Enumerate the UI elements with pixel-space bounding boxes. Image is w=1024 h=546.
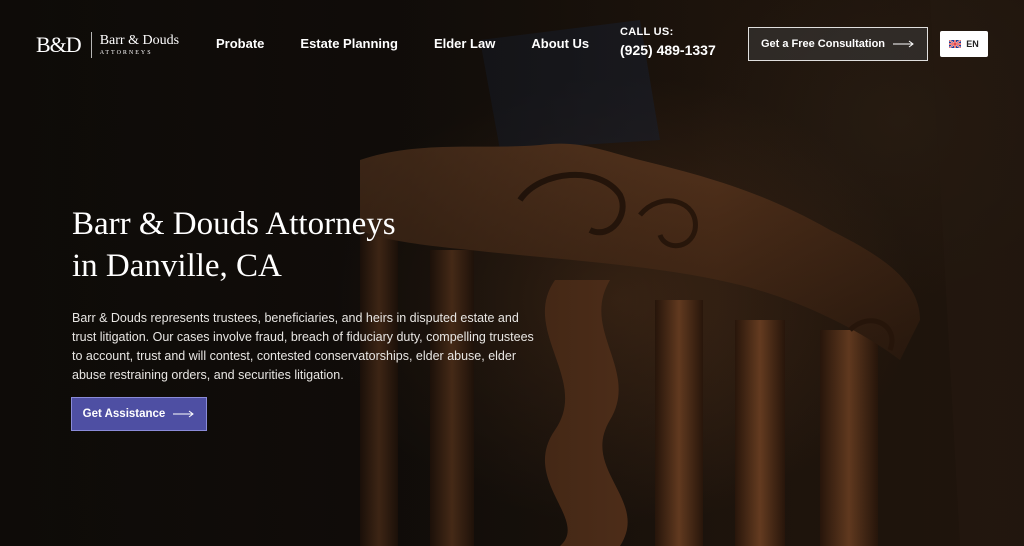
get-assistance-button[interactable]: Get Assistance bbox=[71, 397, 207, 431]
arrow-right-icon bbox=[173, 410, 195, 418]
call-us-label: CALL US: bbox=[620, 26, 674, 38]
logo-name: Barr & Douds bbox=[99, 33, 180, 48]
arrow-right-icon bbox=[893, 40, 914, 48]
logo-monogram: B&D bbox=[36, 32, 92, 58]
nav-item-probate[interactable]: Probate bbox=[216, 36, 264, 51]
nav-item-estate-planning[interactable]: Estate Planning bbox=[300, 36, 398, 51]
nav-item-about-us[interactable]: About Us bbox=[531, 36, 589, 51]
hero-content: Barr & Douds Attorneys in Danville, CA B… bbox=[72, 203, 552, 385]
language-selector[interactable]: EN bbox=[940, 31, 988, 57]
logo[interactable]: B&D Barr & Douds ATTORNEYS bbox=[36, 32, 179, 58]
phone-number-link[interactable]: (925) 489-1337 bbox=[620, 42, 716, 58]
main-nav: Probate Estate Planning Elder Law About … bbox=[216, 36, 625, 51]
language-label: EN bbox=[966, 39, 979, 49]
site-header: B&D Barr & Douds ATTORNEYS Probate Estat… bbox=[0, 0, 1024, 88]
nav-item-elder-law[interactable]: Elder Law bbox=[434, 36, 495, 51]
logo-subtitle: ATTORNEYS bbox=[99, 50, 153, 56]
hero-title-line1: Barr & Douds Attorneys bbox=[72, 206, 396, 242]
free-consultation-button[interactable]: Get a Free Consultation bbox=[748, 27, 928, 61]
hero-title-line2: in Danville, CA bbox=[72, 248, 282, 284]
logo-text: Barr & Douds ATTORNEYS bbox=[92, 33, 180, 57]
free-consultation-label: Get a Free Consultation bbox=[760, 38, 886, 50]
hero-title: Barr & Douds Attorneys in Danville, CA bbox=[72, 203, 552, 287]
call-us-block: CALL US: (925) 489-1337 bbox=[620, 26, 716, 58]
get-assistance-label: Get Assistance bbox=[82, 408, 166, 420]
hero-description: Barr & Douds represents trustees, benefi… bbox=[72, 311, 534, 382]
uk-flag-icon bbox=[949, 40, 962, 48]
